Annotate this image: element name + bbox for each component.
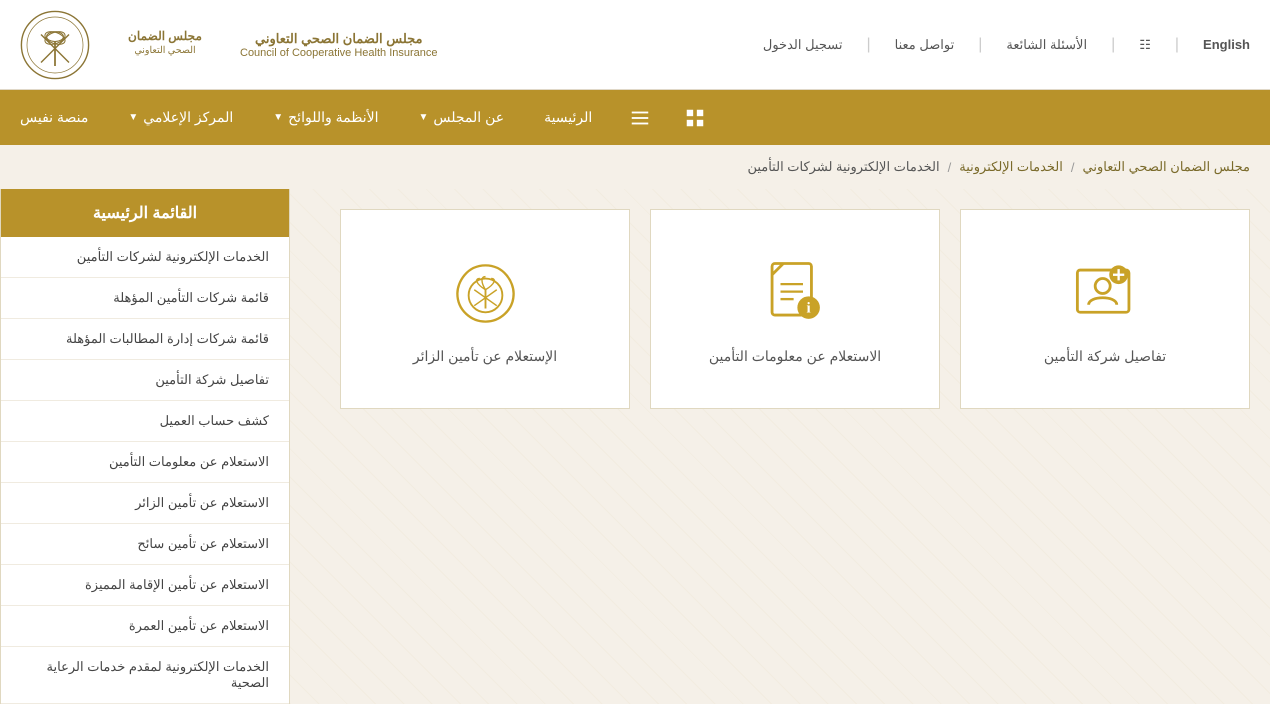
nav-media[interactable]: المركز الإعلامي ▼ xyxy=(108,90,253,145)
menu-icon-btn[interactable] xyxy=(612,90,667,145)
sidebar-item-5[interactable]: كشف حساب العميل xyxy=(1,401,289,442)
english-link[interactable]: English xyxy=(1203,37,1250,52)
card-label-3: الإستعلام عن تأمين الزائر xyxy=(413,348,557,365)
nav-regulations[interactable]: الأنظمة واللوائح ▼ xyxy=(253,90,398,145)
login-link[interactable]: تسجيل الدخول xyxy=(763,37,843,53)
logo-area: مجلس الضمان الصحي التعاوني Council of Co… xyxy=(20,10,438,80)
card-label-2: الاستعلام عن معلومات التأمين xyxy=(709,348,881,365)
sidebar-title: القائمة الرئيسية xyxy=(1,189,289,237)
nav-about[interactable]: عن المجلس ▼ xyxy=(399,90,525,145)
bc-eservices[interactable]: الخدمات الإلكترونية xyxy=(959,159,1063,175)
regulations-arrow: ▼ xyxy=(273,112,283,123)
logo-arabic-text: مجلس الضمان الصحي التعاوني xyxy=(240,31,438,47)
faq-link[interactable]: الأسئلة الشائعة xyxy=(1006,37,1087,53)
logo-text: مجلس الضمان الصحي التعاوني Council of Co… xyxy=(240,31,438,59)
contact-link[interactable]: تواصل معنا xyxy=(895,37,955,53)
svg-text:الصحي التعاوني: الصحي التعاوني xyxy=(134,45,195,56)
main-layout: تفاصيل شركة التأمين i الاس xyxy=(0,189,1270,704)
card-label-1: تفاصيل شركة التأمين xyxy=(1044,348,1166,365)
sidebar-item-4[interactable]: تفاصيل شركة التأمين xyxy=(1,360,289,401)
nav-icon-group xyxy=(612,90,722,145)
sidebar-item-6[interactable]: الاستعلام عن معلومات التأمين xyxy=(1,442,289,483)
bc-current: الخدمات الإلكترونية لشركات التأمين xyxy=(747,159,939,175)
bc-home[interactable]: مجلس الضمان الصحي التعاوني xyxy=(1083,159,1250,175)
content-area: تفاصيل شركة التأمين i الاس xyxy=(290,189,1270,704)
card-visitor-insurance[interactable]: الإستعلام عن تأمين الزائر xyxy=(340,209,630,409)
grid-icon-btn[interactable] xyxy=(667,90,722,145)
card-icon-emblem xyxy=(445,253,525,333)
nav-nafees[interactable]: منصة نفيس xyxy=(0,90,108,145)
emblem-logo xyxy=(20,10,90,80)
sidebar-item-10[interactable]: الاستعلام عن تأمين العمرة xyxy=(1,606,289,647)
about-arrow: ▼ xyxy=(419,112,429,123)
top-header: English | ☷ | الأسئلة الشائعة | تواصل مع… xyxy=(0,0,1270,90)
nav-home[interactable]: الرئيسية xyxy=(524,90,612,145)
sidebar-item-11[interactable]: الخدمات الإلكترونية لمقدم خدمات الرعاية … xyxy=(1,647,289,704)
top-nav-links: English | ☷ | الأسئلة الشائعة | تواصل مع… xyxy=(763,36,1250,54)
sitemap-icon[interactable]: ☷ xyxy=(1139,37,1151,53)
breadcrumb-bar: مجلس الضمان الصحي التعاوني / الخدمات الإ… xyxy=(0,145,1270,189)
breadcrumb: مجلس الضمان الصحي التعاوني / الخدمات الإ… xyxy=(320,159,1250,175)
media-arrow: ▼ xyxy=(128,112,138,123)
main-nav: الرئيسية عن المجلس ▼ الأنظمة واللوائح ▼ … xyxy=(0,90,1270,145)
sidebar: القائمة الرئيسية الخدمات الإلكترونية لشر… xyxy=(0,189,290,704)
cchi-logo: مجلس الضمان الصحي التعاوني xyxy=(100,12,230,77)
card-insurance-details[interactable]: تفاصيل شركة التأمين xyxy=(960,209,1250,409)
logo-english-text: Council of Cooperative Health Insurance xyxy=(240,47,438,59)
card-icon-document: i xyxy=(755,253,835,333)
card-insurance-info[interactable]: i الاستعلام عن معلومات التأمين xyxy=(650,209,940,409)
sidebar-item-9[interactable]: الاستعلام عن تأمين الإقامة المميزة xyxy=(1,565,289,606)
sidebar-item-1[interactable]: الخدمات الإلكترونية لشركات التأمين xyxy=(1,237,289,278)
card-icon-person xyxy=(1065,253,1145,333)
svg-text:مجلس الضمان: مجلس الضمان xyxy=(128,29,202,44)
sidebar-item-3[interactable]: قائمة شركات إدارة المطالبات المؤهلة xyxy=(1,319,289,360)
sidebar-item-7[interactable]: الاستعلام عن تأمين الزائر xyxy=(1,483,289,524)
sidebar-item-8[interactable]: الاستعلام عن تأمين سائح xyxy=(1,524,289,565)
sidebar-item-2[interactable]: قائمة شركات التأمين المؤهلة xyxy=(1,278,289,319)
svg-text:i: i xyxy=(806,300,810,316)
